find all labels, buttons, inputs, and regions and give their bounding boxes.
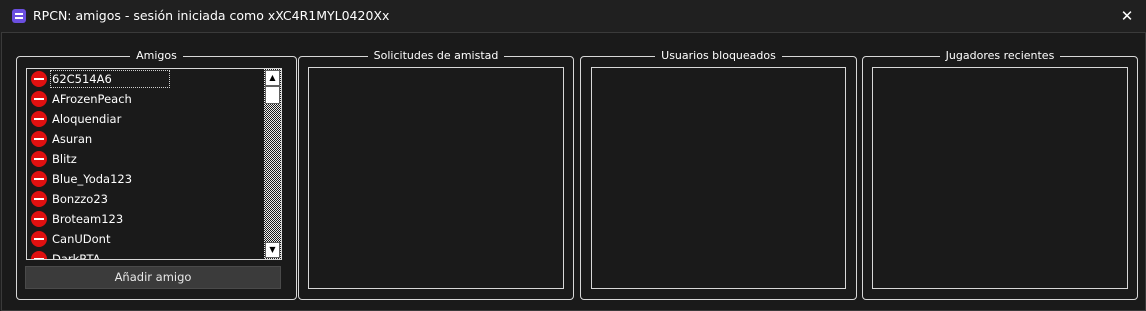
- requests-list[interactable]: [308, 67, 564, 289]
- close-button[interactable]: ✕: [1114, 4, 1140, 28]
- friend-list-item[interactable]: Asuran: [27, 129, 261, 149]
- friend-list-item[interactable]: 62C514A6: [27, 69, 261, 89]
- block-icon[interactable]: [31, 251, 47, 259]
- block-icon[interactable]: [31, 71, 47, 87]
- blocked-list[interactable]: [591, 67, 846, 289]
- block-icon[interactable]: [31, 91, 47, 107]
- scroll-thumb[interactable]: [265, 86, 280, 104]
- requests-group-title: Solicitudes de amistad: [367, 49, 505, 62]
- friend-list-item[interactable]: Broteam123: [27, 209, 261, 229]
- friend-name: 62C514A6: [50, 70, 170, 88]
- friend-list-item[interactable]: DarkRTA: [27, 249, 261, 260]
- block-icon[interactable]: [31, 231, 47, 247]
- block-icon[interactable]: [31, 211, 47, 227]
- recent-group-title: Jugadores recientes: [939, 49, 1061, 62]
- rpcn-app-icon: [12, 9, 26, 23]
- friend-list-item[interactable]: Blue_Yoda123: [27, 169, 261, 189]
- block-icon[interactable]: [31, 191, 47, 207]
- friend-list-item[interactable]: CanUDont: [27, 229, 261, 249]
- friend-name: Asuran: [52, 132, 93, 146]
- recent-list[interactable]: [872, 67, 1128, 289]
- scroll-down-arrow-icon[interactable]: ▼: [265, 242, 280, 258]
- friend-name: Blitz: [52, 152, 77, 166]
- friend-name: Broteam123: [52, 212, 124, 226]
- friend-name: Aloquendiar: [52, 112, 122, 126]
- friend-name: DarkRTA: [52, 252, 101, 260]
- friend-name: AFrozenPeach: [52, 92, 132, 106]
- block-icon[interactable]: [31, 171, 47, 187]
- friends-list-items: 62C514A6 AFrozenPeach Aloquendiar Asuran…: [27, 69, 261, 260]
- friend-name: Bonzzo23: [52, 192, 108, 206]
- block-icon[interactable]: [31, 151, 47, 167]
- friends-list[interactable]: 62C514A6 AFrozenPeach Aloquendiar Asuran…: [26, 68, 282, 260]
- block-icon[interactable]: [31, 131, 47, 147]
- friend-list-item[interactable]: Aloquendiar: [27, 109, 261, 129]
- window-title: RPCN: amigos - sesión iniciada como xXC4…: [33, 8, 390, 23]
- recent-group: Jugadores recientes: [862, 49, 1138, 300]
- friend-name: CanUDont: [52, 232, 111, 246]
- title-bar: RPCN: amigos - sesión iniciada como xXC4…: [0, 0, 1146, 32]
- scroll-up-arrow-icon[interactable]: ▲: [265, 70, 280, 86]
- friends-scrollbar[interactable]: ▲ ▼: [264, 69, 281, 259]
- blocked-group-title: Usuarios bloqueados: [655, 49, 782, 62]
- friend-list-item[interactable]: Bonzzo23: [27, 189, 261, 209]
- friend-list-item[interactable]: Blitz: [27, 149, 261, 169]
- blocked-group: Usuarios bloqueados: [580, 49, 857, 300]
- block-icon[interactable]: [31, 111, 47, 127]
- add-friend-button[interactable]: Añadir amigo: [25, 266, 281, 289]
- friend-name: Blue_Yoda123: [52, 172, 133, 186]
- friend-list-item[interactable]: AFrozenPeach: [27, 89, 261, 109]
- friends-group-title: Amigos: [130, 49, 183, 62]
- requests-group: Solicitudes de amistad: [298, 49, 574, 300]
